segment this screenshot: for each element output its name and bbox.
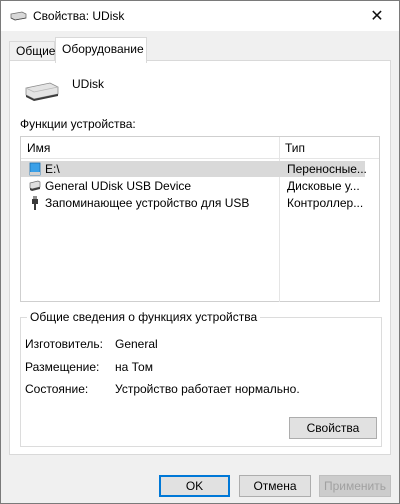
row-name: E:\ (45, 162, 60, 176)
status-label: Состояние: (25, 382, 89, 396)
row-type: Дисковые у... (287, 179, 360, 193)
volume-icon (29, 162, 41, 176)
close-button[interactable]: ✕ (355, 1, 399, 31)
close-icon: ✕ (370, 8, 384, 25)
list-item[interactable]: Запоминающее устройство для USB Контролл… (21, 195, 365, 211)
column-header-type[interactable]: Тип (285, 141, 305, 155)
functions-label: Функции устройства: (20, 117, 136, 131)
row-type: Контроллер... (287, 196, 364, 210)
manufacturer-value: General (115, 337, 158, 351)
properties-button[interactable]: Свойства (289, 417, 377, 439)
row-type: Переносные... (287, 162, 367, 176)
status-value: Устройство работает нормально. (115, 382, 300, 396)
list-header: Имя Тип (21, 137, 379, 159)
usb-plug-icon (32, 196, 38, 210)
location-value: на Том (115, 360, 153, 374)
ok-button[interactable]: OK (159, 475, 230, 497)
list-item[interactable]: E:\ Переносные... (21, 161, 367, 177)
cancel-button[interactable]: Отмена (239, 475, 311, 497)
usb-drive-icon (10, 11, 27, 21)
disk-icon (29, 180, 41, 191)
properties-window: Свойства: UDisk ✕ Общие Оборудование UDi… (0, 0, 400, 504)
apply-button[interactable]: Применить (319, 475, 391, 497)
title-bar: Свойства: UDisk ✕ (1, 1, 399, 31)
column-header-name[interactable]: Имя (27, 141, 50, 155)
window-title: Свойства: UDisk (33, 9, 125, 23)
manufacturer-label: Изготовитель: (25, 337, 103, 351)
row-name: Запоминающее устройство для USB (45, 196, 250, 210)
device-summary-group: Общие сведения о функциях устройства Изг… (20, 310, 382, 447)
device-name: UDisk (72, 77, 104, 91)
tab-general[interactable]: Общие (9, 41, 55, 61)
hardware-panel: UDisk Функции устройства: Имя Тип E:\ Пе… (9, 60, 391, 455)
functions-list[interactable]: Имя Тип E:\ Переносные... General UDisk … (20, 136, 380, 302)
usb-drive-icon (25, 82, 59, 101)
row-name: General UDisk USB Device (45, 179, 192, 193)
tab-hardware[interactable]: Оборудование (55, 37, 147, 63)
group-title: Общие сведения о функциях устройства (27, 310, 261, 324)
location-label: Размещение: (25, 360, 100, 374)
list-item[interactable]: General UDisk USB Device Дисковые у... (21, 178, 365, 194)
